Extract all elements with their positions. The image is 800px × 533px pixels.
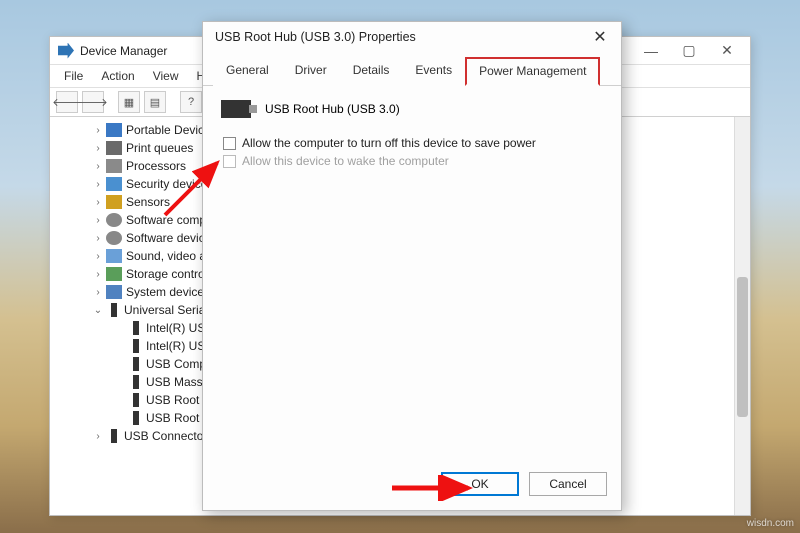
device-manager-icon: [58, 43, 74, 59]
expand-icon[interactable]: ›: [92, 233, 104, 244]
close-button[interactable]: ✕: [708, 39, 746, 63]
checkbox-allow-turn-off-label: Allow the computer to turn off this devi…: [242, 136, 536, 150]
expand-icon[interactable]: ›: [92, 197, 104, 208]
properties-title: USB Root Hub (USB 3.0) Properties: [215, 30, 585, 44]
device-tree-scrollbar[interactable]: [734, 117, 750, 515]
toolbar-back-button[interactable]: 🡐: [56, 91, 78, 113]
properties-close-button[interactable]: ✕: [585, 25, 615, 49]
checkbox-allow-turn-off[interactable]: [223, 137, 236, 150]
gear-icon: [106, 213, 122, 227]
sec-icon: [106, 177, 122, 191]
checkbox-allow-wake: [223, 155, 236, 168]
properties-dialog: USB Root Hub (USB 3.0) Properties ✕ Gene…: [202, 21, 622, 511]
minimize-button[interactable]: —: [632, 39, 670, 63]
expand-icon[interactable]: ›: [92, 143, 104, 154]
usb-icon: [133, 411, 139, 425]
properties-body: USB Root Hub (USB 3.0) Allow the compute…: [203, 86, 621, 462]
expand-icon[interactable]: ›: [92, 287, 104, 298]
scrollbar-thumb[interactable]: [737, 277, 748, 417]
option-allow-turn-off-row[interactable]: Allow the computer to turn off this devi…: [223, 136, 603, 150]
mon-icon: [106, 123, 122, 137]
tab-details[interactable]: Details: [340, 57, 403, 86]
checkbox-allow-wake-label: Allow this device to wake the computer: [242, 154, 449, 168]
stor-icon: [106, 267, 122, 281]
expand-icon[interactable]: ›: [92, 431, 104, 442]
tree-item-label: Print queues: [126, 141, 193, 155]
usb-device-icon: [221, 100, 251, 118]
usb-icon: [133, 321, 139, 335]
expand-icon[interactable]: ›: [92, 125, 104, 136]
tab-general[interactable]: General: [213, 57, 282, 86]
usb-icon: [133, 393, 139, 407]
ok-button[interactable]: OK: [441, 472, 519, 496]
toolbar-help-button[interactable]: ?: [180, 91, 202, 113]
option-allow-wake-row: Allow this device to wake the computer: [223, 154, 603, 168]
collapse-icon[interactable]: ⌄: [92, 305, 104, 316]
usb-icon: [133, 375, 139, 389]
toolbar-forward-button[interactable]: 🡒: [82, 91, 104, 113]
expand-icon[interactable]: ›: [92, 161, 104, 172]
menu-file[interactable]: File: [56, 67, 91, 85]
expand-icon[interactable]: ›: [92, 179, 104, 190]
gear-icon: [106, 231, 122, 245]
usb-icon: [133, 357, 139, 371]
sens-icon: [106, 195, 122, 209]
tree-item-label: Security devices: [126, 177, 213, 191]
toolbar-properties-button[interactable]: ▤: [144, 91, 166, 113]
expand-icon[interactable]: ›: [92, 251, 104, 262]
snd-icon: [106, 249, 122, 263]
tab-driver[interactable]: Driver: [282, 57, 340, 86]
cpu-icon: [106, 159, 122, 173]
usb-icon: [133, 339, 139, 353]
watermark: wisdn.com: [747, 518, 794, 529]
toolbar-show-hidden-button[interactable]: ▦: [118, 91, 140, 113]
tab-events[interactable]: Events: [402, 57, 465, 86]
properties-titlebar[interactable]: USB Root Hub (USB 3.0) Properties ✕: [203, 22, 621, 52]
properties-tabs: General Driver Details Events Power Mana…: [203, 52, 621, 86]
tree-item-label: Processors: [126, 159, 186, 173]
expand-icon[interactable]: ›: [92, 215, 104, 226]
sys-icon: [106, 285, 122, 299]
usb-icon: [111, 429, 117, 443]
expand-icon[interactable]: ›: [92, 269, 104, 280]
tree-item-label: System devices: [126, 285, 210, 299]
maximize-button[interactable]: ▢: [670, 39, 708, 63]
prn-icon: [106, 141, 122, 155]
menu-action[interactable]: Action: [93, 67, 142, 85]
menu-view[interactable]: View: [145, 67, 187, 85]
cancel-button[interactable]: Cancel: [529, 472, 607, 496]
tab-power-management[interactable]: Power Management: [465, 57, 600, 86]
device-name-label: USB Root Hub (USB 3.0): [265, 102, 400, 116]
properties-button-row: OK Cancel: [203, 462, 621, 510]
tree-item-label: Sensors: [126, 195, 170, 209]
usb-icon: [111, 303, 117, 317]
